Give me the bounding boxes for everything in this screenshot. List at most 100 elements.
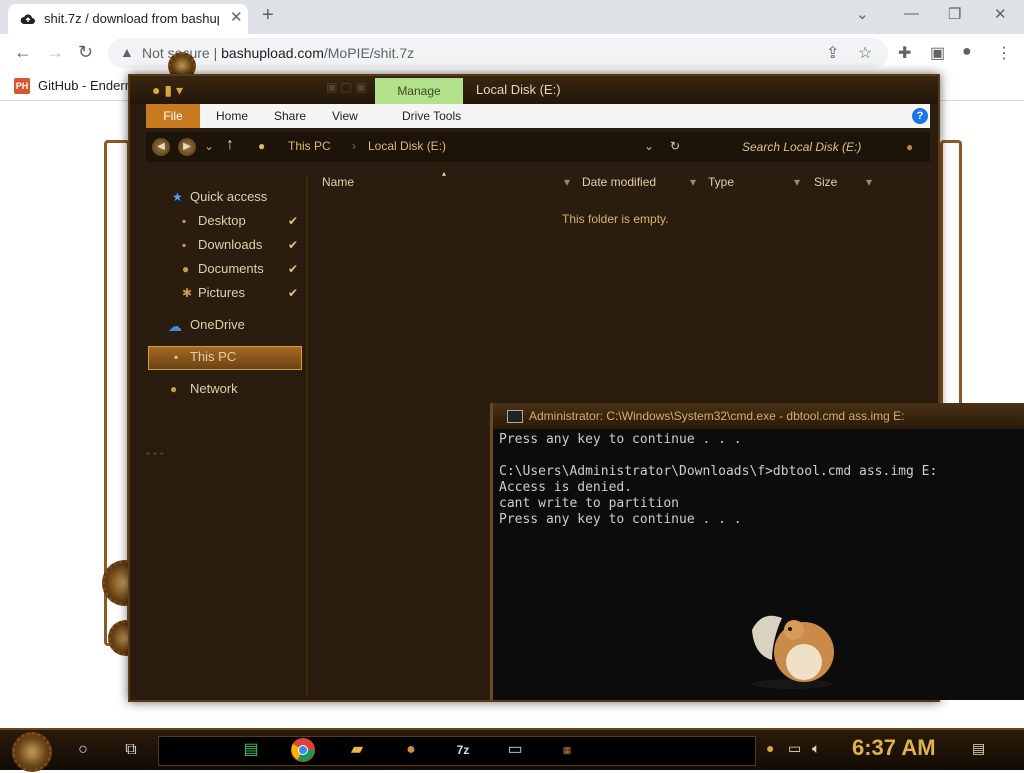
back-icon[interactable]: ◀ <box>152 138 170 156</box>
menu-icon[interactable]: ⋮ <box>996 43 1012 63</box>
address-bar[interactable]: ▲ Not secure | bashupload.com/MoPIE/shit… <box>108 38 888 68</box>
pin-icon[interactable]: ✔ <box>288 238 298 252</box>
column-header-type[interactable]: Type <box>708 175 734 189</box>
hamster-app-icon[interactable]: ● <box>396 736 426 764</box>
quick-access-toolbar-icon[interactable]: ● ▮ ▾ <box>152 82 183 99</box>
tab-manage[interactable]: Manage <box>375 78 463 104</box>
explorer-title: Local Disk (E:) <box>476 82 561 97</box>
restore-icon[interactable]: ❐ <box>948 5 961 23</box>
tab-drive-tools[interactable]: Drive Tools <box>402 109 461 123</box>
documents-icon: ● <box>182 262 190 276</box>
downloads-icon: ▪ <box>182 238 187 252</box>
nav-item-this-pc[interactable]: This PC <box>190 349 236 364</box>
chevron-down-icon[interactable]: ⌄ <box>644 139 654 153</box>
cmd-icon <box>507 410 523 423</box>
nav-item-onedrive[interactable]: OneDrive <box>190 317 245 332</box>
warning-icon: ▲ <box>120 44 134 60</box>
column-header-date-modified[interactable]: Date modified <box>582 175 656 189</box>
refresh-icon[interactable]: ↻ <box>670 139 680 153</box>
recent-locations-icon[interactable]: ⌄ <box>204 139 214 153</box>
spotify-icon[interactable]: ▤ <box>236 736 266 764</box>
tab-view[interactable]: View <box>332 109 358 123</box>
forward-icon[interactable]: ▶ <box>178 138 196 156</box>
this-pc-icon: ▪ <box>174 350 179 364</box>
nav-item-pictures[interactable]: Pictures <box>198 285 245 300</box>
search-icon: ● <box>906 140 914 154</box>
breadcrumb-this-pc[interactable]: This PC <box>288 139 331 153</box>
star-icon[interactable]: ☆ <box>858 43 872 63</box>
cortana-icon[interactable]: ○ <box>68 736 98 764</box>
side-panel-icon[interactable]: ▣ <box>930 43 945 63</box>
nav-item-documents[interactable]: Documents <box>198 261 264 276</box>
pane-divider[interactable] <box>306 176 308 696</box>
chrome-icon[interactable] <box>288 736 318 764</box>
up-arrow-icon[interactable]: ↑ <box>226 136 234 154</box>
new-tab-icon[interactable]: + <box>262 4 274 27</box>
reload-icon[interactable]: ↻ <box>78 42 93 63</box>
this-pc-icon: ● <box>258 139 266 153</box>
pin-icon[interactable]: ✔ <box>288 262 298 276</box>
nav-item-quick-access[interactable]: Quick access <box>190 189 267 204</box>
file-explorer-icon[interactable]: ▰ <box>342 736 372 764</box>
cmd-title: Administrator: C:\Windows\System32\cmd.e… <box>529 409 905 423</box>
cmd-output-line: Access is denied. <box>499 480 633 495</box>
taskbar-clock[interactable]: 6:37 AM <box>852 735 936 761</box>
explorer-title-bar: ● ▮ ▾ Manage Local Disk (E:) <box>130 76 938 104</box>
extensions-icon[interactable]: ✚ <box>898 43 911 63</box>
profile-icon[interactable]: ● <box>962 43 972 61</box>
help-icon[interactable]: ? <box>912 108 928 124</box>
browser-tab[interactable]: shit.7z / download from bashupload ✕ <box>8 4 248 34</box>
chevron-right-icon: › <box>352 139 356 153</box>
browser-toolbar: ← → ↻ ▲ Not secure | bashupload.com/MoPI… <box>0 34 1024 72</box>
address-bar-explorer: ◀ ▶ ⌄ ↑ ● This PC › Local Disk (E:) ⌄ ↻ … <box>146 132 930 162</box>
ribbon-tabs: File Home Share View Drive Tools ? <box>146 104 930 128</box>
hamster-pet-image <box>752 615 834 689</box>
task-view-icon[interactable]: ⧉ <box>116 736 146 764</box>
7zip-icon[interactable]: 7z <box>448 736 478 764</box>
column-header-name[interactable]: Name <box>322 175 354 189</box>
network-tray-icon[interactable]: ▭ <box>788 740 801 757</box>
chevron-down-icon[interactable]: ▾ <box>866 175 872 189</box>
pin-icon[interactable]: ✔ <box>288 286 298 300</box>
search-placeholder: Search Local Disk (E:) <box>742 140 862 154</box>
tab-share[interactable]: Share <box>274 109 306 123</box>
cmd-output-line: cant write to partition <box>499 496 680 511</box>
chevron-down-icon[interactable]: ▾ <box>564 175 570 189</box>
volume-muted-icon[interactable]: 🔈︎ <box>812 740 820 757</box>
nav-item-downloads[interactable]: Downloads <box>198 237 262 252</box>
tab-file[interactable]: File <box>146 104 200 128</box>
browser-tab-bar: shit.7z / download from bashupload ✕ + ⌄… <box>0 0 1024 34</box>
search-input[interactable]: Search Local Disk (E:) ● <box>726 135 926 159</box>
back-icon[interactable]: ← <box>14 42 32 63</box>
pin-icon[interactable]: ✔ <box>288 214 298 228</box>
forward-icon[interactable]: → <box>46 42 64 63</box>
cloud-upload-icon <box>20 14 35 24</box>
minimize-icon[interactable]: — <box>904 5 919 22</box>
share-icon[interactable]: ⇪ <box>826 43 839 63</box>
pictures-icon: ✱ <box>182 286 193 300</box>
nav-item-desktop[interactable]: Desktop <box>198 213 246 228</box>
empty-folder-message: This folder is empty. <box>562 212 669 226</box>
tab-home[interactable]: Home <box>216 109 248 123</box>
ghost-text: ▣ ▢ ▣ <box>326 80 367 94</box>
star-icon: ★ <box>172 190 183 204</box>
chevron-down-icon[interactable]: ▾ <box>794 175 800 189</box>
app-thumbnail-icon[interactable]: ▦ <box>552 736 582 764</box>
column-header-size[interactable]: Size <box>814 175 837 189</box>
chevron-down-icon[interactable]: ⌄ <box>856 5 869 23</box>
taskbar: ○ ⧉ ▤ ▰ ● 7z ▭ ▦ ● ▭ 🔈︎ 6:37 AM ▤ <box>0 728 1024 772</box>
navigation-pane: ★ Quick access ▪ Desktop ✔ ▪ Downloads ✔… <box>146 176 306 686</box>
sort-up-icon: ▴ <box>442 169 447 178</box>
notification-center-icon[interactable]: ▤ <box>972 740 985 757</box>
usb-drive-icon[interactable]: ▭ <box>500 736 530 764</box>
cmd-output-line: Press any key to continue . . . <box>499 432 742 447</box>
cmd-output-line: C:\Users\Administrator\Downloads\f>dbtoo… <box>499 464 938 479</box>
network-icon: ● <box>170 382 178 396</box>
breadcrumb-local-disk[interactable]: Local Disk (E:) <box>368 139 446 153</box>
show-hidden-icons-icon[interactable]: ● <box>766 740 774 756</box>
start-button-gear-icon[interactable] <box>12 732 52 772</box>
close-tab-icon[interactable]: ✕ <box>230 8 243 26</box>
chevron-down-icon[interactable]: ▾ <box>690 175 696 189</box>
close-window-icon[interactable]: ✕ <box>994 5 1007 23</box>
nav-item-network[interactable]: Network <box>190 381 238 396</box>
